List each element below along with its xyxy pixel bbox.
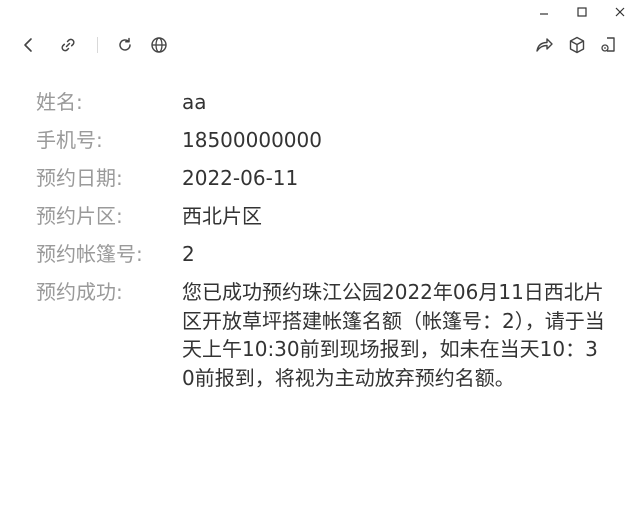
copy-link-button[interactable] <box>57 34 79 56</box>
toolbar <box>0 24 639 66</box>
phone-label: 手机号: <box>36 128 103 152</box>
date-value: 2022-06-11 <box>182 166 299 190</box>
mini-program-button[interactable] <box>598 34 620 56</box>
window-controls <box>525 0 639 24</box>
globe-icon <box>151 37 167 53</box>
tent-row: 预约帐篷号: 2 <box>36 240 606 269</box>
tent-value: 2 <box>182 242 195 266</box>
back-button[interactable] <box>17 34 39 56</box>
toolbar-divider <box>97 37 98 53</box>
link-icon <box>61 38 75 52</box>
cube-icon <box>569 36 585 54</box>
refresh-icon <box>119 37 131 51</box>
close-icon <box>615 7 625 17</box>
phone-value: 18500000000 <box>182 128 322 152</box>
mini-program-icon <box>601 37 615 52</box>
name-value: aa <box>182 90 207 114</box>
name-row: 姓名: aa <box>36 88 606 117</box>
close-button[interactable] <box>601 0 639 24</box>
maximize-button[interactable] <box>563 0 601 24</box>
share-button[interactable] <box>533 34 555 56</box>
booking-details: 姓名: aa 手机号: 18500000000 预约日期: 2022-06-11… <box>36 88 606 401</box>
success-message: 您已成功预约珠江公园2022年06月11日西北片区开放草坪搭建帐篷名额（帐篷号：… <box>182 280 605 390</box>
minimize-button[interactable] <box>525 0 563 24</box>
date-label: 预约日期: <box>36 166 123 190</box>
success-row: 预约成功: 您已成功预约珠江公园2022年06月11日西北片区开放草坪搭建帐篷名… <box>36 278 606 392</box>
phone-row: 手机号: 18500000000 <box>36 126 606 155</box>
maximize-icon <box>577 7 587 17</box>
area-row: 预约片区: 西北片区 <box>36 202 606 231</box>
name-label: 姓名: <box>36 90 83 114</box>
area-label: 预约片区: <box>36 204 123 228</box>
share-icon <box>536 38 553 52</box>
open-in-browser-button[interactable] <box>148 34 170 56</box>
date-row: 预约日期: 2022-06-11 <box>36 164 606 193</box>
success-label: 预约成功: <box>36 280 123 304</box>
back-icon <box>24 38 32 52</box>
area-value: 西北片区 <box>182 204 262 228</box>
app-window: 姓名: aa 手机号: 18500000000 预约日期: 2022-06-11… <box>0 0 639 527</box>
3d-view-button[interactable] <box>566 34 588 56</box>
tent-label: 预约帐篷号: <box>36 242 143 266</box>
refresh-button[interactable] <box>114 34 136 56</box>
minimize-icon <box>540 13 548 15</box>
